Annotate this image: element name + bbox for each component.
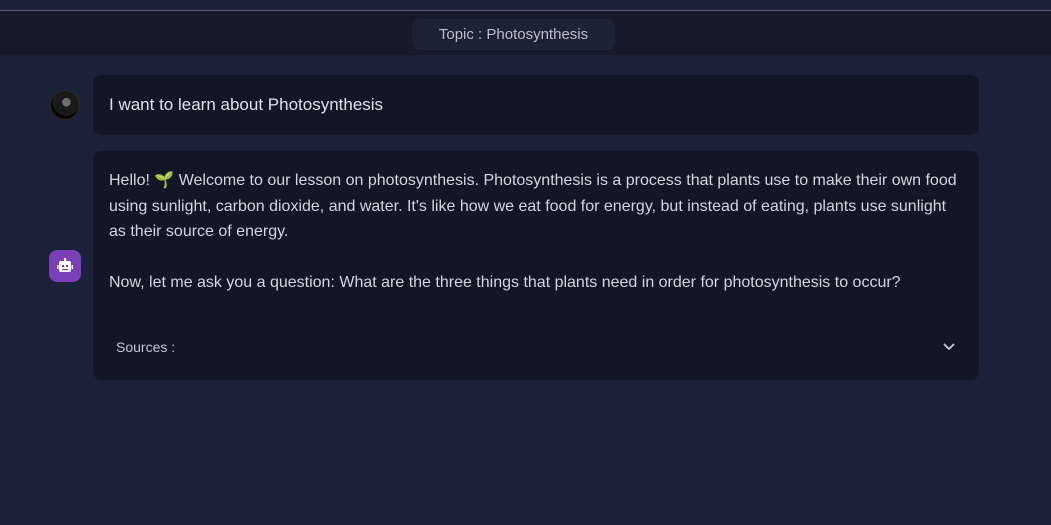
assistant-message: Hello! 🌱 Welcome to our lesson on photos… — [93, 151, 979, 380]
user-avatar — [50, 90, 80, 120]
topic-header: Topic : Photosynthesis — [0, 11, 1051, 55]
assistant-paragraph-1: Hello! 🌱 Welcome to our lesson on photos… — [109, 172, 957, 240]
robot-icon — [49, 250, 81, 282]
topic-label: Topic : Photosynthesis — [438, 26, 589, 43]
sources-label: Sources : — [116, 339, 176, 355]
chevron-down-icon[interactable] — [942, 340, 956, 354]
chat-app: Topic : Photosynthesis I want to learn a… — [0, 0, 1051, 525]
user-message: I want to learn about Photosynthesis — [93, 75, 979, 135]
robot-icon-glyph — [57, 258, 73, 272]
topic-pill[interactable]: Topic : Photosynthesis — [412, 19, 615, 50]
sources-toggle[interactable]: Sources : — [116, 337, 956, 357]
assistant-paragraph-2: Now, let me ask you a question: What are… — [109, 274, 901, 291]
user-message-text: I want to learn about Photosynthesis — [109, 95, 384, 114]
